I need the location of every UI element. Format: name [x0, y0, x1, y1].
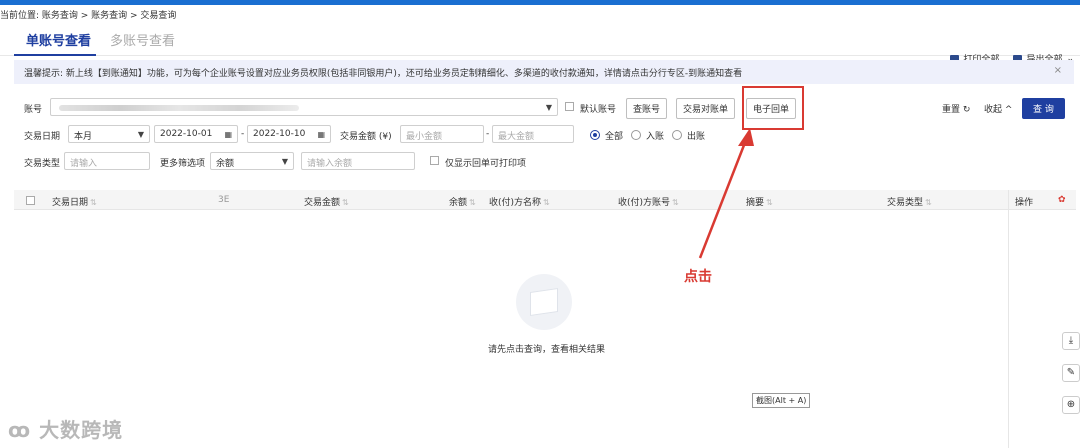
zoom-icon[interactable]: ⊕	[1062, 396, 1080, 414]
annotation-arrow	[698, 128, 754, 259]
screenshot-tooltip: 截图(Alt + A)	[752, 393, 811, 408]
watermark: ꝏ 大数跨境	[8, 418, 124, 442]
edit-icon[interactable]: ✎	[1062, 364, 1080, 382]
annotation-text: 点击	[684, 269, 712, 285]
download-icon[interactable]: ⤓	[1062, 332, 1080, 350]
side-toolbar: ⤓ ✎ ⊕	[1062, 332, 1080, 428]
watermark-logo-icon: ꝏ	[8, 418, 32, 442]
